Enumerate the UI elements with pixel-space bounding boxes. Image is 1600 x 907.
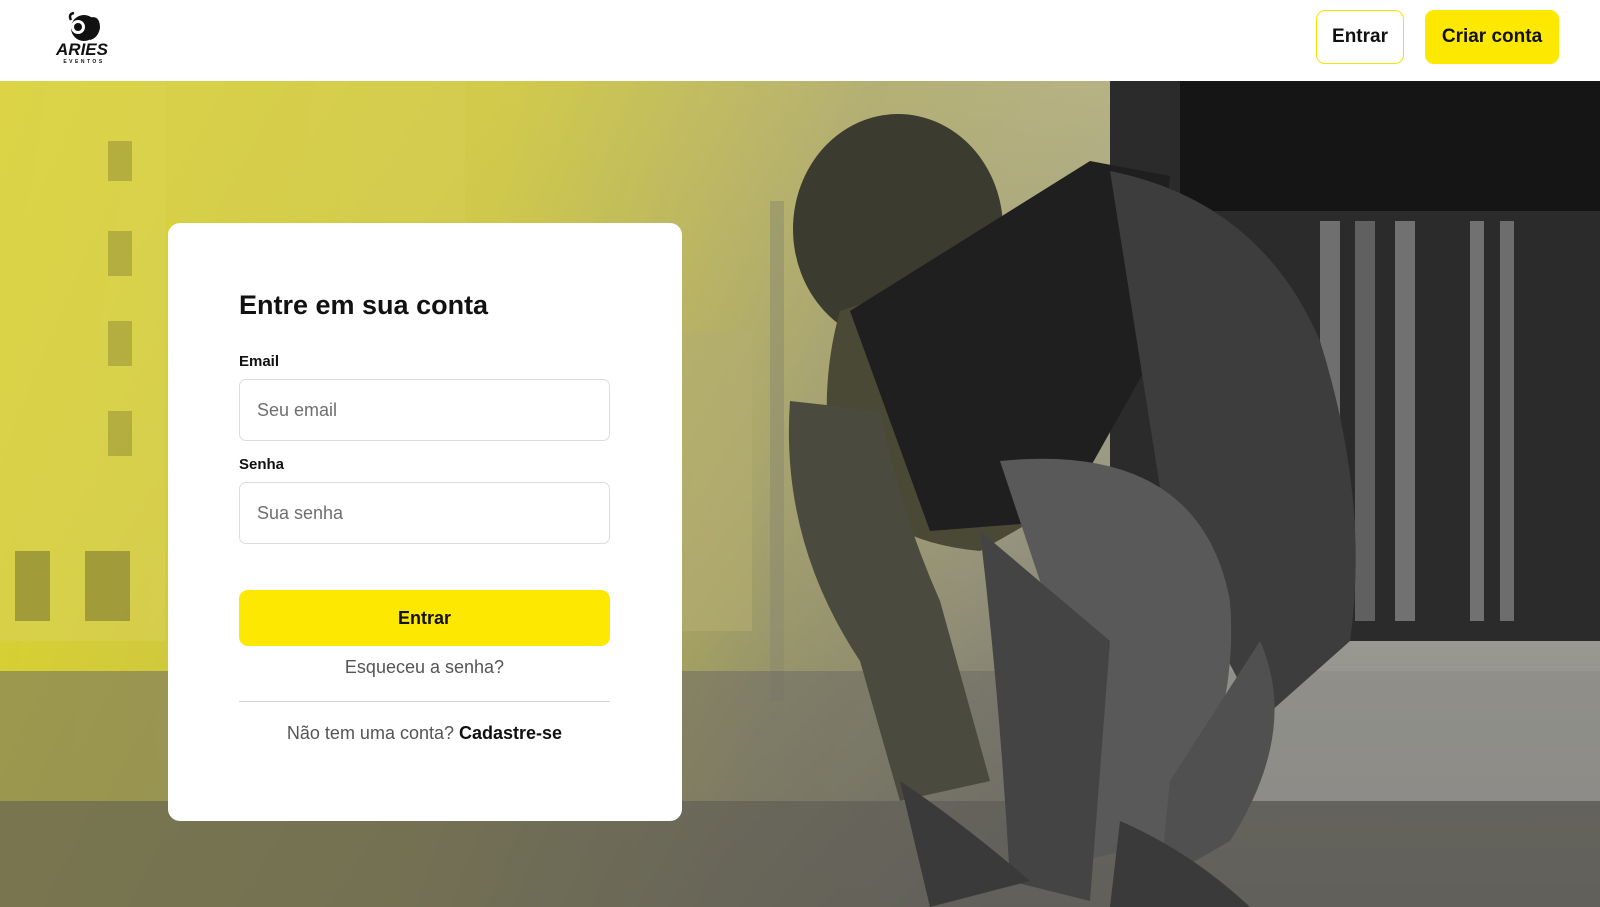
page-title: Entre em sua conta: [239, 290, 489, 320]
email-label: Email: [239, 353, 280, 370]
logo-text: ARIES: [55, 40, 109, 59]
top-navbar: ARIES EVENTOS Entrar Criar conta: [0, 0, 1600, 81]
signup-link[interactable]: Cadastre-se: [459, 723, 562, 743]
logo-subtext: EVENTOS: [63, 59, 104, 65]
forgot-password-link[interactable]: Esqueceu a senha?: [239, 657, 610, 678]
ram-logo-icon: ARIES EVENTOS: [55, 11, 109, 65]
no-account-text: Não tem uma conta?: [286, 723, 454, 743]
password-field[interactable]: [239, 482, 610, 544]
email-field[interactable]: [239, 379, 610, 441]
login-submit-button[interactable]: Entrar: [239, 590, 610, 646]
login-card: Entre em sua conta Email Senha Entrar Es…: [168, 223, 682, 821]
divider: [239, 701, 610, 702]
signup-prompt: Não tem uma conta? Cadastre-se: [239, 723, 610, 744]
header-login-button[interactable]: Entrar: [1316, 10, 1404, 64]
header-signup-button[interactable]: Criar conta: [1425, 10, 1559, 64]
aries-logo[interactable]: ARIES EVENTOS: [44, 10, 120, 66]
password-label: Senha: [239, 456, 285, 473]
